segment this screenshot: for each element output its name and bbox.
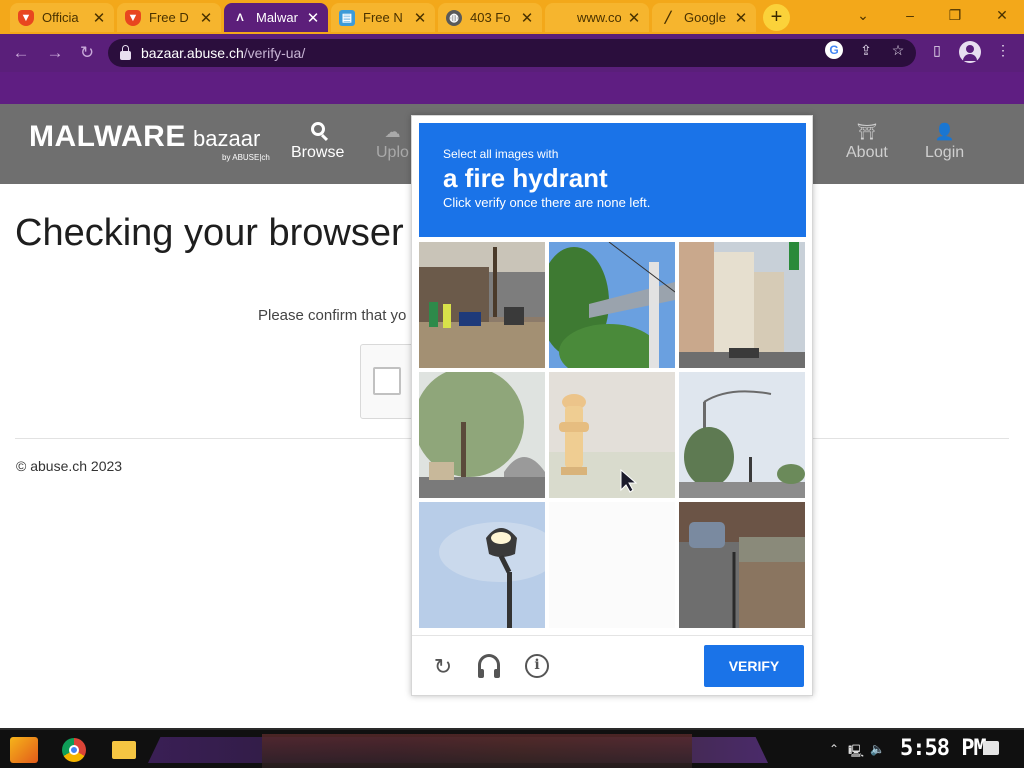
tab-6[interactable]: ╱ Google ✕ [652, 3, 756, 32]
close-icon[interactable]: ✕ [413, 9, 427, 27]
network-icon[interactable]: 🖳 [848, 742, 864, 763]
tab-3[interactable]: ▤ Free N ✕ [331, 3, 435, 32]
reload-icon[interactable]: ↻ [76, 42, 98, 64]
url-host: bazaar.abuse.ch [141, 45, 244, 61]
captcha-challenge-popup: Select all images with a fire hydrant Cl… [411, 115, 813, 696]
url-path: /verify-ua/ [243, 45, 306, 61]
nav-browse-label: Browse [291, 144, 345, 161]
cloud-upload-icon: ☁ [384, 124, 401, 141]
volume-icon[interactable]: 🔈 [870, 742, 885, 756]
new-tab-button[interactable]: + [763, 4, 790, 31]
tab-title: Free N [363, 10, 403, 25]
back-icon[interactable]: ← [10, 42, 32, 64]
close-icon[interactable]: ✕ [306, 9, 320, 27]
share-icon[interactable]: ⇪ [857, 41, 875, 59]
tile-parked-car[interactable] [679, 502, 805, 628]
website-icon: ▤ [339, 9, 355, 26]
prompt-target: a fire hydrant [443, 163, 608, 193]
notification-icon[interactable] [983, 741, 999, 755]
info-icon[interactable]: i [525, 654, 551, 680]
file-explorer-icon[interactable] [112, 741, 136, 759]
prompt-hint: Click verify once there are none left. [443, 195, 651, 210]
page-title: Checking your browser [15, 212, 404, 254]
close-icon[interactable]: ✕ [199, 9, 213, 27]
challenge-prompt: Select all images with a fire hydrant Cl… [419, 123, 806, 237]
restore-icon[interactable]: ❐ [935, 4, 975, 26]
brand-logo-main[interactable]: MALWARE [29, 120, 186, 154]
side-panel-icon[interactable]: ▯ [928, 41, 946, 59]
tab-title: Free D [149, 10, 189, 25]
mouse-cursor-icon [620, 468, 638, 493]
profile-avatar[interactable] [959, 41, 981, 63]
prompt-instruction: Select all images with [443, 147, 559, 161]
browser-toolbar: ← → ↻ bazaar.abuse.ch /verify-ua/ G ⇪ ☆ … [0, 34, 1024, 72]
malwarebazaar-icon: Λ [236, 11, 244, 24]
nav-upload[interactable]: ☁ Uplo [376, 122, 409, 162]
start-button[interactable] [10, 737, 38, 763]
popup-divider [412, 635, 812, 636]
captcha-checkbox[interactable] [373, 367, 401, 395]
refresh-icon[interactable]: ↻ [430, 654, 456, 680]
tile-blank[interactable] [549, 502, 675, 628]
tile-fire-hydrant[interactable] [549, 372, 675, 498]
user-icon: 👤 [934, 124, 955, 141]
minimize-icon[interactable]: – [890, 4, 930, 26]
bookmarks-bar [0, 72, 1024, 104]
nav-about-label: About [846, 144, 888, 161]
lock-icon [120, 44, 131, 60]
tile-streetlight-road[interactable] [679, 372, 805, 498]
building-icon: ⛩ [856, 124, 878, 141]
nav-login-label: Login [925, 144, 965, 161]
chrome-icon[interactable] [62, 738, 86, 762]
tab-title: www.co [577, 10, 621, 25]
taskbar-clock[interactable]: 5:58 PM [900, 736, 987, 761]
tab-title: Google [684, 10, 726, 25]
tile-trees-bridge[interactable] [549, 242, 675, 368]
tile-street-lamp[interactable] [419, 502, 545, 628]
tab-4[interactable]: ◍ 403 Fo ✕ [438, 3, 542, 32]
verify-button[interactable]: VERIFY [704, 645, 804, 687]
tab-title: Malwar [256, 10, 298, 25]
tab-5[interactable]: www.co ✕ [545, 3, 649, 32]
google-docs-icon: ╱ [664, 12, 672, 24]
nav-browse[interactable]: Browse [291, 122, 344, 162]
nav-upload-label: Uplo [376, 144, 409, 161]
headphones-icon[interactable] [478, 654, 504, 680]
bookmark-star-icon[interactable]: ☆ [889, 41, 907, 59]
brave-lion-icon: ▼ [125, 9, 141, 26]
footer-copyright: © abuse.ch 2023 [16, 458, 123, 474]
forward-icon[interactable]: → [44, 42, 66, 64]
tab-title: 403 Fo [470, 10, 511, 25]
nav-login[interactable]: 👤 Login [925, 122, 964, 162]
address-bar[interactable]: bazaar.abuse.ch /verify-ua/ [108, 39, 916, 67]
tile-buildings-street[interactable] [679, 242, 805, 368]
search-icon [291, 122, 344, 142]
taskbar-decoration-center [262, 734, 692, 768]
taskbar: ⌃ 🖳 🔈 5:58 PM [0, 728, 1024, 768]
tab-title: Officia [42, 10, 79, 25]
tile-street-shops[interactable] [419, 242, 545, 368]
google-icon[interactable]: G [825, 41, 843, 59]
tab-0[interactable]: ▼ Officia ✕ [10, 3, 114, 32]
screen: ▼ Officia ✕ ▼ Free D ✕ Λ Malwar ✕ ▤ Free… [0, 0, 1024, 768]
tile-tree-underpass[interactable] [419, 372, 545, 498]
menu-icon[interactable]: ⋮ [994, 41, 1012, 59]
close-icon[interactable]: ✕ [627, 9, 641, 27]
close-icon[interactable]: ✕ [92, 9, 106, 27]
tab-2-active[interactable]: Λ Malwar ✕ [224, 3, 328, 32]
globe-icon: ◍ [446, 9, 462, 26]
nav-about[interactable]: ⛩ About [846, 122, 888, 162]
close-icon[interactable]: ✕ [734, 9, 748, 27]
window-close-icon[interactable]: ✕ [982, 4, 1022, 26]
brave-lion-icon: ▼ [18, 9, 34, 26]
tab-1[interactable]: ▼ Free D ✕ [117, 3, 221, 32]
tray-chevron-icon[interactable]: ⌃ [829, 742, 839, 756]
brand-byline: by ABUSE|ch [222, 153, 270, 162]
confirm-text: Please confirm that yo [258, 307, 407, 324]
tab-strip: ▼ Officia ✕ ▼ Free D ✕ Λ Malwar ✕ ▤ Free… [0, 0, 1024, 34]
brand-logo-sub[interactable]: bazaar [193, 126, 260, 152]
close-icon[interactable]: ✕ [520, 9, 534, 27]
tab-search-icon[interactable]: ⌄ [843, 4, 883, 26]
